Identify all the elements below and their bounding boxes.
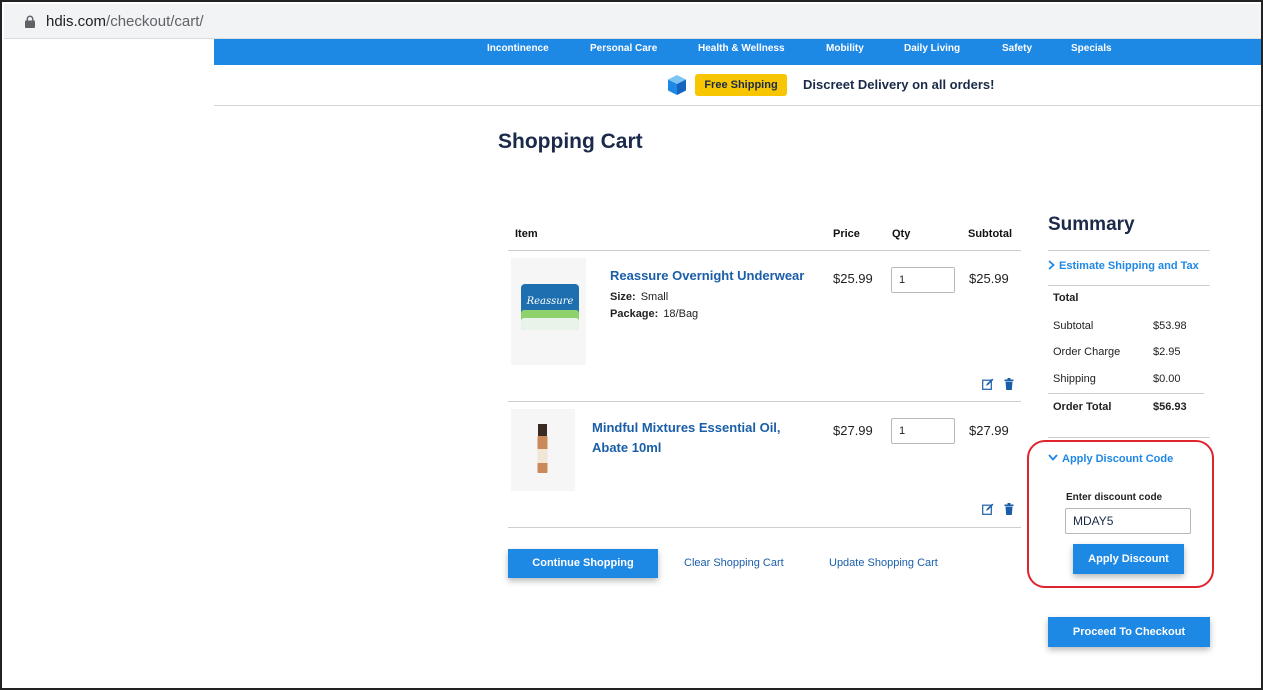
order-total-label: Order Total <box>1053 401 1112 413</box>
item-subtotal: $25.99 <box>969 271 1009 286</box>
apply-discount-toggle[interactable]: Apply Discount Code <box>1048 453 1173 465</box>
divider <box>1048 393 1204 394</box>
summary-shipping-value: $0.00 <box>1153 373 1181 385</box>
apply-discount-label: Apply Discount Code <box>1062 453 1174 465</box>
proceed-to-checkout-button[interactable]: Proceed To Checkout <box>1048 617 1210 647</box>
discount-code-input[interactable]: MDAY5 <box>1065 508 1191 534</box>
chevron-right-icon <box>1048 260 1055 270</box>
summary-order-charge-label: Order Charge <box>1053 346 1121 358</box>
summary-subtotal-value: $53.98 <box>1153 320 1187 332</box>
col-header-subtotal: Subtotal <box>968 228 1012 240</box>
continue-shopping-button[interactable]: Continue Shopping <box>508 549 658 578</box>
lock-icon <box>25 15 35 28</box>
url-path: /checkout/cart/ <box>106 13 204 30</box>
address-bar[interactable]: hdis.com/checkout/cart/ <box>4 4 1261 39</box>
discreet-delivery-text: Discreet Delivery on all orders! <box>803 77 995 92</box>
divider <box>508 401 1021 402</box>
nav-daily-living[interactable]: Daily Living <box>904 43 960 54</box>
divider <box>1048 250 1210 251</box>
oil-bottle-icon <box>537 424 548 473</box>
divider <box>508 527 1021 528</box>
summary-order-charge-value: $2.95 <box>1153 346 1181 358</box>
package-value: 18/Bag <box>663 308 699 320</box>
nav-safety[interactable]: Safety <box>1002 43 1032 54</box>
product-size: Size: Small <box>610 291 668 303</box>
summary-subtotal-label: Subtotal <box>1053 320 1094 332</box>
col-header-qty: Qty <box>892 228 911 240</box>
package-icon <box>668 75 686 95</box>
product-image-reassure[interactable]: Reassure <box>511 258 586 365</box>
order-total-value: $56.93 <box>1153 401 1187 413</box>
divider <box>1048 437 1210 438</box>
edit-icon[interactable] <box>982 503 994 515</box>
nav-mobility[interactable]: Mobility <box>826 43 864 54</box>
url-host: hdis.com <box>46 13 107 30</box>
item-subtotal: $27.99 <box>969 423 1009 438</box>
product-package: Package: 18/Bag <box>610 308 698 320</box>
qty-input[interactable]: 1 <box>891 267 955 293</box>
underwear-package-icon: Reassure <box>521 284 579 330</box>
update-cart-link[interactable]: Update Shopping Cart <box>829 557 938 569</box>
product-name[interactable]: Mindful Mixtures Essential Oil, Abate 10… <box>592 418 817 458</box>
apply-discount-button[interactable]: Apply Discount <box>1073 544 1184 574</box>
nav-health-wellness[interactable]: Health & Wellness <box>698 43 785 54</box>
item-price: $27.99 <box>833 423 873 438</box>
total-heading: Total <box>1053 292 1079 304</box>
estimate-shipping-toggle[interactable]: Estimate Shipping and Tax <box>1048 260 1199 272</box>
nav-incontinence[interactable]: Incontinence <box>487 43 549 54</box>
product-name[interactable]: Reassure Overnight Underwear <box>610 266 830 286</box>
col-header-price: Price <box>833 228 860 240</box>
reassure-logo-text: Reassure <box>526 296 574 307</box>
nav-specials[interactable]: Specials <box>1071 43 1112 54</box>
summary-shipping-label: Shipping <box>1053 373 1096 385</box>
item-price: $25.99 <box>833 271 873 286</box>
estimate-shipping-label: Estimate Shipping and Tax <box>1059 260 1199 272</box>
size-label: Size: <box>610 291 636 303</box>
chevron-down-icon <box>1048 454 1058 461</box>
divider <box>1048 285 1210 286</box>
page-title: Shopping Cart <box>498 130 643 153</box>
nav-personal-care[interactable]: Personal Care <box>590 43 657 54</box>
browser-window: hdis.com/checkout/cart/ Incontinence Per… <box>0 0 1263 690</box>
package-label: Package: <box>610 308 659 320</box>
qty-input[interactable]: 1 <box>891 418 955 444</box>
free-shipping-badge: Free Shipping <box>695 74 787 96</box>
divider <box>508 250 1021 251</box>
clear-cart-link[interactable]: Clear Shopping Cart <box>684 557 784 569</box>
col-header-item: Item <box>515 228 538 240</box>
summary-title: Summary <box>1048 214 1135 235</box>
trash-icon[interactable] <box>1003 503 1015 515</box>
url-text[interactable]: hdis.com/checkout/cart/ <box>46 13 204 30</box>
trash-icon[interactable] <box>1003 378 1015 390</box>
product-image-essential-oil[interactable] <box>511 409 575 491</box>
size-value: Small <box>640 291 669 303</box>
discount-code-label: Enter discount code <box>1066 492 1163 503</box>
edit-icon[interactable] <box>982 378 994 390</box>
main-nav: Incontinence Personal Care Health & Well… <box>214 39 1261 65</box>
shipping-banner: Free Shipping Discreet Delivery on all o… <box>214 65 1261 106</box>
